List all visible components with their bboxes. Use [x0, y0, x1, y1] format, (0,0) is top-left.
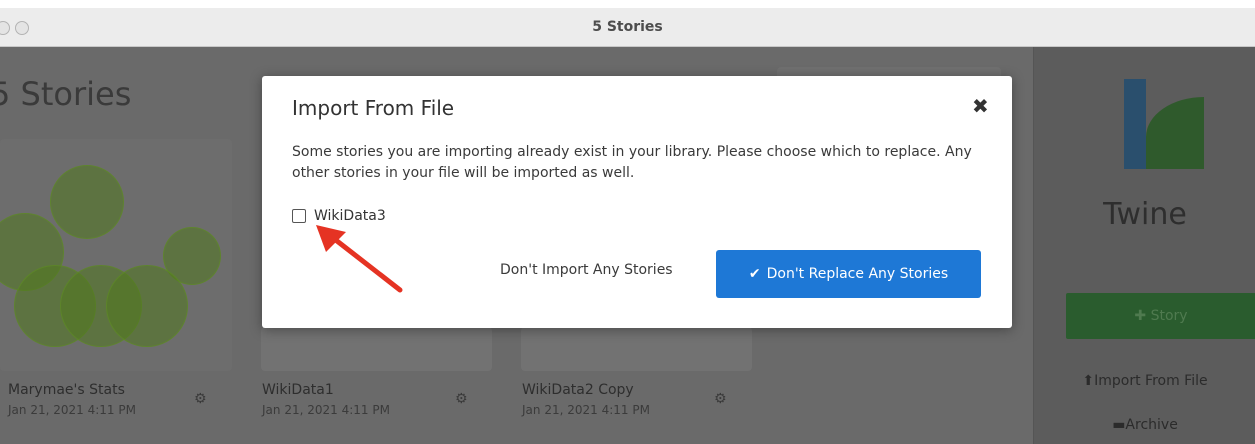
- arrow-shaft: [325, 231, 403, 293]
- story-card-preview[interactable]: [0, 139, 232, 371]
- close-icon[interactable]: ✖: [972, 94, 989, 118]
- dialog-message: Some stories you are importing already e…: [292, 144, 972, 181]
- checkmark-icon: ✔: [748, 266, 761, 282]
- twine-logo-mark: [1146, 97, 1204, 169]
- plus-icon: ✚: [1134, 308, 1151, 324]
- gear-icon[interactable]: ⚙: [714, 391, 727, 407]
- story-card-name[interactable]: Marymae's Stats: [8, 382, 125, 398]
- library-heading: 5 Stories: [0, 75, 132, 113]
- archive-label: Archive: [1125, 417, 1178, 433]
- new-story-label: Story: [1150, 308, 1188, 324]
- story-card-preview[interactable]: [521, 327, 752, 371]
- preview-bubble: [50, 165, 124, 239]
- story-card-preview[interactable]: [261, 327, 492, 371]
- dialog-title: Import From File: [292, 96, 455, 120]
- gear-icon[interactable]: ⚙: [455, 391, 468, 407]
- story-checkbox[interactable]: [292, 209, 306, 223]
- window-close-control[interactable]: [0, 21, 10, 35]
- upload-icon: ⬆: [1082, 373, 1095, 389]
- dont-replace-label: Don't Replace Any Stories: [766, 266, 949, 282]
- story-card-name[interactable]: WikiData1: [262, 382, 334, 398]
- twine-logo-mark: [1124, 79, 1146, 169]
- dont-replace-button[interactable]: ✔ Don't Replace Any Stories: [716, 250, 981, 298]
- import-from-file-label: Import From File: [1094, 373, 1208, 389]
- import-from-file-link[interactable]: ⬆Import From File: [1034, 373, 1255, 389]
- arrow-head: [316, 225, 346, 252]
- archive-link[interactable]: ▬Archive: [1034, 417, 1255, 433]
- new-story-button[interactable]: ✚ Story: [1066, 293, 1255, 339]
- window-minimize-control[interactable]: [15, 21, 29, 35]
- twine-logo-text: Twine: [1103, 197, 1187, 232]
- preview-bubble: [106, 265, 188, 347]
- briefcase-icon: ▬: [1112, 417, 1126, 433]
- story-card-name[interactable]: WikiData2 Copy: [522, 382, 634, 398]
- story-card-date: Jan 21, 2021 4:11 PM: [8, 403, 136, 417]
- story-card-date: Jan 21, 2021 4:11 PM: [262, 403, 390, 417]
- window-title: 5 Stories: [592, 19, 663, 35]
- story-card-date: Jan 21, 2021 4:11 PM: [522, 403, 650, 417]
- window-titlebar: 5 Stories: [0, 8, 1255, 47]
- annotation-arrow-icon: [316, 225, 403, 293]
- dont-import-button[interactable]: Don't Import Any Stories: [500, 262, 673, 278]
- gear-icon[interactable]: ⚙: [194, 391, 207, 407]
- top-strip: [0, 0, 1255, 8]
- sidebar: Twine ✚ Story ⬆Import From File ▬Archive: [1033, 47, 1255, 444]
